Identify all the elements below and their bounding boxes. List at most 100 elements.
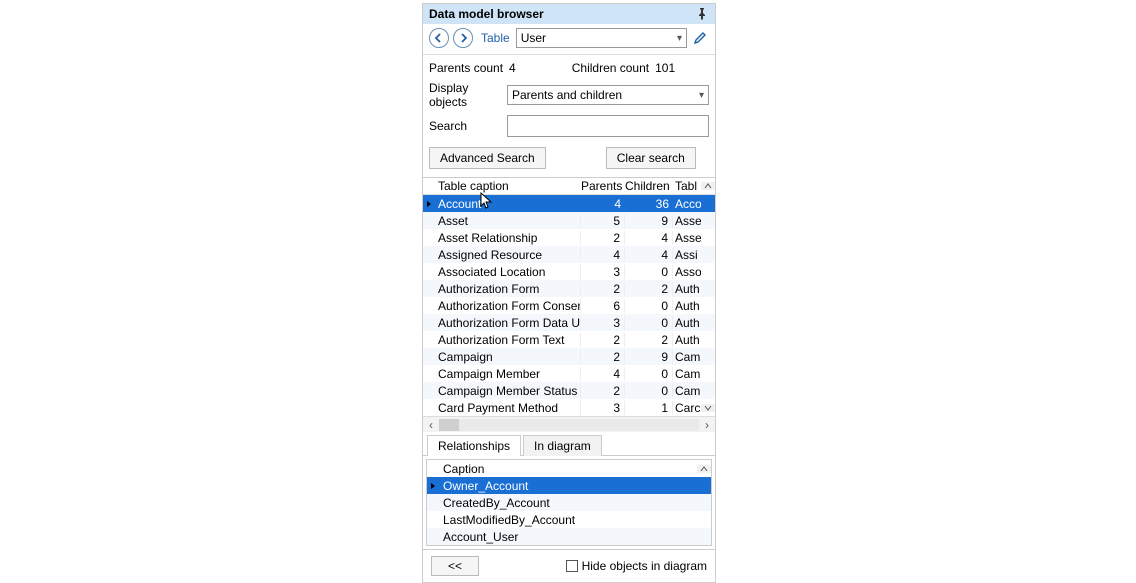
parents-count-label: Parents count [429, 61, 503, 75]
cell-parents: 3 [581, 401, 625, 415]
info-section: Parents count 4 Children count 101 Displ… [423, 55, 715, 145]
col-table[interactable]: Tabl [673, 179, 701, 193]
edit-icon[interactable] [691, 29, 709, 47]
tab-in-diagram[interactable]: In diagram [523, 435, 602, 456]
toolbar: Table User ▾ [423, 24, 715, 55]
cell-children: 0 [625, 367, 673, 381]
table-row[interactable]: Asset Relationship24Asse [423, 229, 715, 246]
cell-children: 9 [625, 350, 673, 364]
list-item[interactable]: Owner_Account [427, 477, 711, 494]
cell-parents: 4 [581, 367, 625, 381]
grid-header-row: Table caption Parents Children Tabl [423, 178, 715, 195]
back-button[interactable]: << [431, 556, 479, 576]
cell-caption: Account_User [439, 530, 697, 544]
cell-caption: Authorization Form Consent [435, 299, 581, 313]
col-caption[interactable]: Table caption [435, 179, 581, 193]
cell-table: Auth [673, 282, 701, 296]
cell-table: Asso [673, 265, 701, 279]
rel-col-caption[interactable]: Caption [439, 462, 697, 476]
cell-parents: 6 [581, 299, 625, 313]
tables-grid: Table caption Parents Children Tabl Acco… [423, 177, 715, 432]
scroll-right-icon[interactable]: › [699, 418, 715, 432]
table-row[interactable]: Asset59Asse [423, 212, 715, 229]
table-row[interactable]: Campaign Member40Cam [423, 365, 715, 382]
scroll-up-icon[interactable] [697, 465, 711, 473]
cell-children: 0 [625, 384, 673, 398]
cell-table: Assi [673, 248, 701, 262]
cell-table: Cam [673, 350, 701, 364]
scroll-up-icon[interactable] [701, 182, 715, 190]
panel-title: Data model browser [429, 7, 544, 21]
footer: << Hide objects in diagram [423, 549, 715, 582]
table-row[interactable]: Account436Acco [423, 195, 715, 212]
table-row[interactable]: Assigned Resource44Assi [423, 246, 715, 263]
cell-caption: Authorization Form [435, 282, 581, 296]
col-children[interactable]: Children [625, 179, 673, 193]
cell-caption: Assigned Resource [435, 248, 581, 262]
table-row[interactable]: Campaign29Cam [423, 348, 715, 365]
display-objects-value: Parents and children [512, 88, 622, 102]
cell-caption: Campaign Member [435, 367, 581, 381]
horizontal-scrollbar[interactable]: ‹ › [423, 416, 715, 432]
clear-search-button[interactable]: Clear search [606, 147, 696, 169]
cell-parents: 2 [581, 282, 625, 296]
cell-table: Acco [673, 197, 701, 211]
data-model-browser-panel: Data model browser Table User ▾ Parents … [422, 3, 716, 583]
hide-objects-label: Hide objects in diagram [582, 559, 707, 573]
cell-parents: 4 [581, 197, 625, 211]
display-objects-select[interactable]: Parents and children ▾ [507, 85, 709, 105]
list-item[interactable]: Account_User [427, 528, 711, 545]
search-input[interactable] [507, 115, 709, 137]
pin-icon[interactable] [695, 7, 709, 21]
cell-children: 1 [625, 401, 673, 415]
cell-caption: Authorization Form Text [435, 333, 581, 347]
table-row[interactable]: Card Payment Method31Carc [423, 399, 715, 416]
cell-caption: Asset Relationship [435, 231, 581, 245]
parents-count-value: 4 [509, 61, 516, 75]
cell-caption: Card Payment Method [435, 401, 581, 415]
chevron-down-icon: ▾ [677, 33, 682, 44]
scroll-down-icon[interactable] [701, 404, 715, 412]
table-row[interactable]: Authorization Form Consent60Auth [423, 297, 715, 314]
cell-table: Auth [673, 299, 701, 313]
hide-objects-checkbox[interactable] [566, 560, 578, 572]
cell-table: Asse [673, 231, 701, 245]
cell-parents: 2 [581, 384, 625, 398]
cell-parents: 2 [581, 350, 625, 364]
table-row[interactable]: Campaign Member Status20Cam [423, 382, 715, 399]
cell-parents: 5 [581, 214, 625, 228]
relationships-grid: Caption Owner_Account CreatedBy_Account La… [426, 459, 712, 546]
detail-tabs: Relationships In diagram [423, 432, 715, 456]
list-item[interactable]: LastModifiedBy_Account [427, 511, 711, 528]
table-row[interactable]: Associated Location30Asso [423, 263, 715, 280]
search-label: Search [429, 119, 507, 133]
cell-caption: Owner_Account [439, 479, 697, 493]
col-parents[interactable]: Parents [581, 179, 625, 193]
scroll-left-icon[interactable]: ‹ [423, 418, 439, 432]
list-item[interactable]: CreatedBy_Account [427, 494, 711, 511]
cell-parents: 4 [581, 248, 625, 262]
cell-caption: Account [435, 197, 581, 211]
cell-children: 36 [625, 197, 673, 211]
cell-parents: 2 [581, 333, 625, 347]
cell-table: Auth [673, 316, 701, 330]
tab-relationships[interactable]: Relationships [427, 435, 521, 456]
advanced-search-button[interactable]: Advanced Search [429, 147, 546, 169]
cell-caption: Asset [435, 214, 581, 228]
cell-caption: CreatedBy_Account [439, 496, 697, 510]
cell-table: Auth [673, 333, 701, 347]
table-row[interactable]: Authorization Form22Auth [423, 280, 715, 297]
table-row[interactable]: Authorization Form Text22Auth [423, 331, 715, 348]
cell-caption: LastModifiedBy_Account [439, 513, 697, 527]
cell-children: 0 [625, 316, 673, 330]
table-combo[interactable]: User ▾ [516, 28, 687, 48]
table-combo-value: User [521, 31, 546, 45]
table-label: Table [481, 31, 510, 45]
cell-parents: 3 [581, 316, 625, 330]
cell-table: Carc [673, 401, 701, 415]
table-row[interactable]: Authorization Form Data Use30Auth [423, 314, 715, 331]
nav-back-button[interactable] [429, 28, 449, 48]
cell-children: 4 [625, 248, 673, 262]
nav-forward-button[interactable] [453, 28, 473, 48]
children-count-value: 101 [655, 61, 675, 75]
